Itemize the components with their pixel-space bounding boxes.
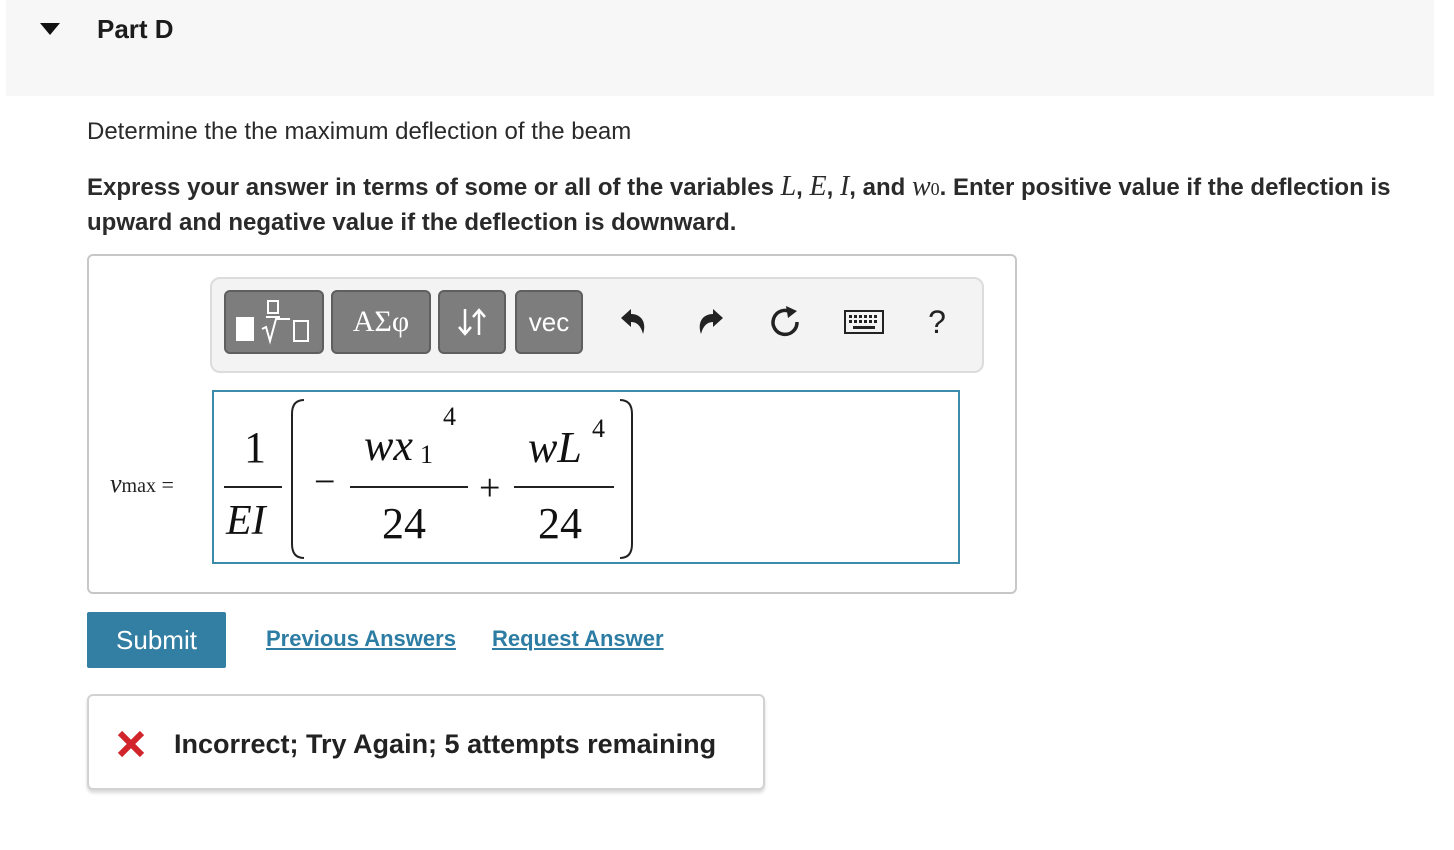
question-instruction: Determine the the maximum deflection of … [87, 118, 632, 145]
templates-icon [236, 300, 309, 345]
fraction1-bar [350, 486, 468, 488]
vector-icon: vec [528, 306, 570, 337]
part-title: Part D [97, 14, 174, 44]
plus-sign: + [479, 467, 501, 509]
outer-fraction-bar [224, 486, 282, 488]
fraction2-bar [514, 486, 614, 488]
greek-letters-icon: ΑΣφ [352, 305, 410, 338]
fraction2-denominator: 24 [538, 499, 582, 548]
undo-icon [621, 309, 645, 334]
help-icon: ? [928, 303, 946, 340]
incorrect-x-icon [117, 730, 145, 758]
answer-instructions: Express your answer in terms of some or … [87, 171, 1391, 236]
submit-button[interactable]: Submit [87, 612, 226, 668]
keyboard-icon [844, 310, 884, 334]
part-header: Part D [6, 0, 1434, 96]
fraction1-denominator: 24 [382, 499, 426, 548]
answer-label: vmax = [110, 469, 174, 498]
help-button[interactable]: ? [914, 299, 960, 345]
fraction2-numerator-exponent: 4 [592, 414, 605, 443]
undo-button[interactable] [610, 299, 656, 345]
templates-button[interactable] [224, 290, 324, 354]
fraction2-numerator-base: wL [528, 423, 582, 472]
answer-box: ΑΣφ vec ? vmax = 1 EI − wx 1 4 24 + wL 4… [87, 254, 1017, 594]
reset-icon [771, 306, 799, 337]
minus-sign: − [314, 461, 336, 503]
left-paren-icon [291, 399, 305, 559]
collapse-triangle-icon[interactable] [40, 23, 60, 35]
answer-math-field[interactable]: 1 EI − wx 1 4 24 + wL 4 24 [212, 390, 960, 564]
reset-button[interactable] [762, 299, 808, 345]
swap-arrows-button[interactable] [438, 290, 506, 354]
outer-denominator: EI [226, 498, 266, 544]
fraction1-numerator-base: wx [364, 421, 413, 470]
previous-answers-link[interactable]: Previous Answers [266, 626, 456, 652]
greek-letters-button[interactable]: ΑΣφ [331, 290, 431, 354]
fraction1-numerator-exponent: 4 [443, 402, 456, 431]
equation-toolbar: ΑΣφ vec ? [210, 277, 984, 373]
keyboard-button[interactable] [838, 299, 890, 345]
outer-numerator: 1 [244, 423, 266, 472]
vector-button[interactable]: vec [515, 290, 583, 354]
right-paren-icon [619, 399, 633, 559]
swap-arrows-icon [458, 308, 486, 336]
request-answer-link[interactable]: Request Answer [492, 626, 664, 652]
fraction1-numerator-subscript: 1 [420, 440, 433, 469]
redo-icon [699, 309, 723, 334]
feedback-message: Incorrect; Try Again; 5 attempts remaini… [174, 729, 717, 759]
redo-button[interactable] [688, 299, 734, 345]
feedback-panel: Incorrect; Try Again; 5 attempts remaini… [87, 694, 765, 790]
